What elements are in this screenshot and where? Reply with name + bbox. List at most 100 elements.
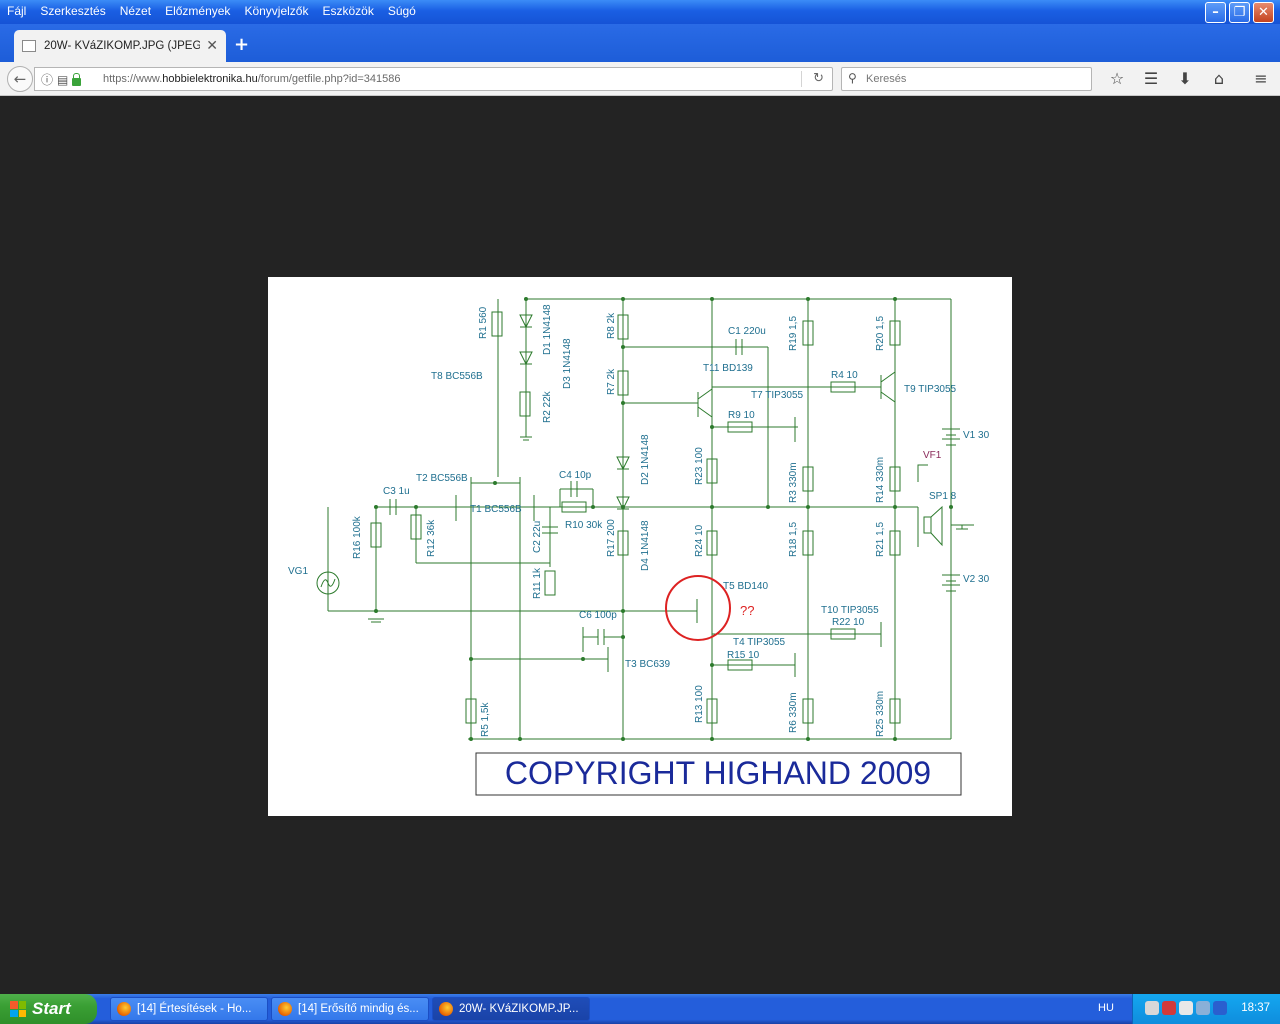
label-r17: R17 200 xyxy=(606,519,617,557)
taskbar-item-image[interactable]: 20W- KVáZIKOMP.JP... xyxy=(432,997,590,1021)
url-bar[interactable]: ⓘ ▤ https://www.hobbielektronika.hu/foru… xyxy=(34,67,833,91)
menu-view[interactable]: Nézet xyxy=(113,0,158,24)
question-mark-annotation: ?? xyxy=(740,603,754,618)
label-r13: R13 100 xyxy=(694,685,705,723)
window-controls: – ❐ ✕ xyxy=(1205,2,1274,23)
label-r18: R18 1,5 xyxy=(788,522,799,557)
label-t10: T10 TIP3055 xyxy=(821,605,879,616)
reload-icon[interactable]: ↻ xyxy=(813,71,824,86)
schematic-junctions xyxy=(374,297,953,741)
url-host: hobbielektronika.hu xyxy=(162,73,258,85)
search-input[interactable]: Keresés xyxy=(866,73,906,85)
menu-help[interactable]: Súgó xyxy=(381,0,423,24)
menu-history[interactable]: Előzmények xyxy=(158,0,237,24)
label-t9: T9 TIP3055 xyxy=(904,384,957,395)
label-c1: C1 220u xyxy=(728,326,766,337)
menu-bar: Fájl Szerkesztés Nézet Előzmények Könyvj… xyxy=(0,0,1280,24)
label-t3: T3 BC639 xyxy=(625,659,670,670)
label-r6: R6 330m xyxy=(788,692,799,733)
tab-close-icon[interactable]: ✕ xyxy=(206,38,218,54)
search-icon: ⚲ xyxy=(848,71,857,85)
new-tab-icon[interactable]: + xyxy=(234,34,249,55)
label-r11: R11 1k xyxy=(532,567,543,599)
label-r20: R20 1,5 xyxy=(875,316,886,351)
tab-strip: 20W- KVáZIKOMP.JPG (JPEG ... ✕ + xyxy=(0,24,1280,62)
tray-icons xyxy=(1145,1001,1227,1015)
reading-list-icon[interactable]: ☰ xyxy=(1134,69,1168,88)
url-path: /forum/getfile.php?id=341586 xyxy=(257,73,401,85)
hamburger-menu-icon[interactable]: ≡ xyxy=(1244,69,1278,88)
start-button[interactable]: Start xyxy=(0,994,97,1024)
label-c4: C4 10p xyxy=(559,470,592,481)
menu-file[interactable]: Fájl xyxy=(0,0,33,24)
label-t7: T7 TIP3055 xyxy=(751,390,804,401)
label-r1: R1 560 xyxy=(478,306,489,339)
taskbar-item-label: 20W- KVáZIKOMP.JP... xyxy=(459,1003,579,1015)
tab-title: 20W- KVáZIKOMP.JPG (JPEG ... xyxy=(44,40,201,52)
label-r24: R24 10 xyxy=(694,524,705,557)
url-prefix: https://www. xyxy=(103,73,163,85)
language-indicator[interactable]: HU xyxy=(1098,1002,1114,1014)
label-d1: D1 1N4148 xyxy=(542,304,553,355)
label-t1: T1 BC556B xyxy=(470,504,522,515)
copyright-text: COPYRIGHT HIGHAND 2009 xyxy=(505,755,931,791)
volume-icon[interactable] xyxy=(1179,1001,1193,1015)
network-icon[interactable] xyxy=(1145,1001,1159,1015)
label-c3: C3 1u xyxy=(383,486,410,497)
bookmark-star-icon[interactable]: ☆ xyxy=(1100,69,1134,88)
menu-tools[interactable]: Eszközök xyxy=(315,0,380,24)
label-r22: R22 10 xyxy=(832,617,865,628)
info-icon[interactable]: ⓘ xyxy=(41,71,53,88)
label-vf1: VF1 xyxy=(923,450,942,461)
maximize-button[interactable]: ❐ xyxy=(1229,2,1250,23)
highlight-circle xyxy=(665,575,731,641)
minimize-button[interactable]: – xyxy=(1205,2,1226,23)
schematic-labels: R1 560 D1 1N4148 D3 1N4148 T8 BC556B R2 … xyxy=(288,304,990,737)
taskbar-item-label: [14] Értesítések - Ho... xyxy=(137,1003,252,1015)
label-d4: D4 1N4148 xyxy=(640,520,651,571)
label-r12: R12 36k xyxy=(426,519,437,557)
mixed-content-icon: ▤ xyxy=(57,72,69,87)
label-r15: R15 10 xyxy=(727,650,760,661)
antivirus-icon[interactable] xyxy=(1162,1001,1176,1015)
label-sp1: SP1 8 xyxy=(929,491,957,502)
tray-app-icon[interactable] xyxy=(1196,1001,1210,1015)
label-r19: R19 1,5 xyxy=(788,316,799,351)
taskbar: Start [14] Értesítések - Ho... [14] Erős… xyxy=(0,994,1280,1024)
bluetooth-icon[interactable] xyxy=(1213,1001,1227,1015)
download-icon[interactable]: ⬇ xyxy=(1168,69,1202,88)
url-identity-icons: ⓘ ▤ xyxy=(41,71,82,88)
home-icon[interactable]: ⌂ xyxy=(1202,69,1236,88)
label-r7: R7 2k xyxy=(606,368,617,395)
back-arrow-icon[interactable]: ← xyxy=(7,66,33,92)
url-separator xyxy=(801,71,802,87)
system-tray: 18:37 xyxy=(1132,994,1280,1024)
schematic-image: R1 560 D1 1N4148 D3 1N4148 T8 BC556B R2 … xyxy=(288,297,990,796)
menu-bookmarks[interactable]: Könyvjelzők xyxy=(237,0,315,24)
taskbar-item-forum[interactable]: [14] Erősítő mindig és... xyxy=(271,997,429,1021)
tab-active[interactable]: 20W- KVáZIKOMP.JPG (JPEG ... ✕ xyxy=(14,30,226,62)
taskbar-item-notifications[interactable]: [14] Értesítések - Ho... xyxy=(110,997,268,1021)
search-bar[interactable]: ⚲ Keresés xyxy=(841,67,1092,91)
label-d3: D3 1N4148 xyxy=(562,338,573,389)
label-r3: R3 330m xyxy=(788,462,799,503)
close-button[interactable]: ✕ xyxy=(1253,2,1274,23)
label-d2: D2 1N4148 xyxy=(640,434,651,485)
label-r9: R9 10 xyxy=(728,410,755,421)
label-r23: R23 100 xyxy=(694,447,705,485)
label-r8: R8 2k xyxy=(606,312,617,339)
image-file-icon xyxy=(22,40,36,52)
label-t8: T8 BC556B xyxy=(431,371,483,382)
clock[interactable]: 18:37 xyxy=(1241,1002,1270,1014)
url-text[interactable]: https://www.hobbielektronika.hu/forum/ge… xyxy=(103,73,401,85)
label-r4: R4 10 xyxy=(831,370,858,381)
windows-logo-icon xyxy=(10,1001,26,1017)
label-v1: V1 30 xyxy=(963,430,990,441)
label-c6: C6 100p xyxy=(579,610,617,621)
navigation-bar: ← ⓘ ▤ https://www.hobbielektronika.hu/fo… xyxy=(0,62,1280,96)
label-r21: R21 1,5 xyxy=(875,522,886,557)
label-r2: R2 22k xyxy=(542,390,553,423)
image-viewer: R1 560 D1 1N4148 D3 1N4148 T8 BC556B R2 … xyxy=(268,277,1012,816)
menu-edit[interactable]: Szerkesztés xyxy=(33,0,112,24)
label-t2: T2 BC556B xyxy=(416,473,468,484)
